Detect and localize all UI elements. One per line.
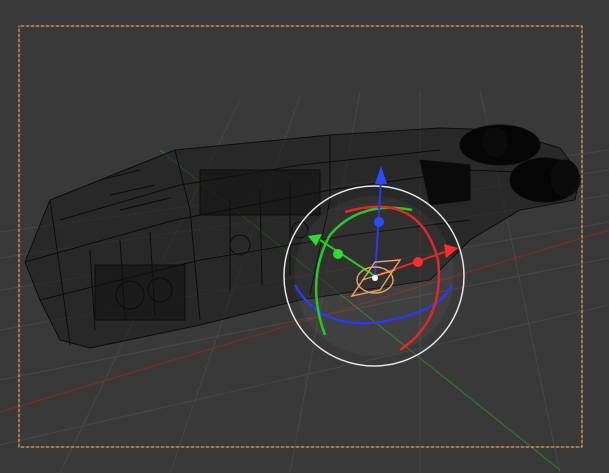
gizmo-center-dot[interactable] [372,275,378,281]
scale-y-handle[interactable] [333,249,343,259]
3d-viewport[interactable] [0,0,609,473]
viewport-canvas[interactable] [0,0,609,473]
scale-x-handle[interactable] [413,257,423,267]
spaceship-wireframe[interactable] [24,124,581,349]
scale-z-handle[interactable] [374,217,384,227]
